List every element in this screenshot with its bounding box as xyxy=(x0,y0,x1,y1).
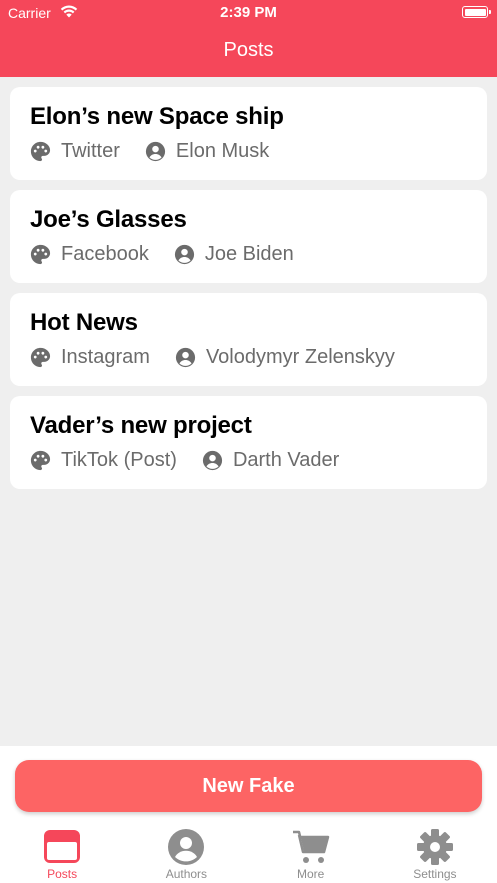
tab-posts[interactable]: Posts xyxy=(0,828,124,883)
post-card[interactable]: Joe’s Glasses Facebook Joe Biden xyxy=(10,190,487,283)
post-author: Joe Biden xyxy=(204,243,294,265)
user-circle-icon xyxy=(174,346,197,369)
tab-settings[interactable]: Settings xyxy=(373,828,497,883)
post-card[interactable]: Elon’s new Space ship Twitter Elon Musk xyxy=(10,87,487,180)
gear-icon xyxy=(416,828,454,866)
post-title: Elon’s new Space ship xyxy=(30,103,284,130)
post-card[interactable]: Hot News Instagram Volodymyr Zelenskyy xyxy=(10,293,487,386)
bottom-panel: New Fake Posts Authors More Settings xyxy=(0,746,497,883)
user-circle-icon xyxy=(144,140,167,163)
post-platform: Facebook xyxy=(61,243,149,265)
user-circle-icon xyxy=(201,449,224,472)
post-platform: Twitter xyxy=(61,140,120,162)
palette-icon xyxy=(29,243,52,266)
battery-icon xyxy=(462,6,491,18)
posts-list: Elon’s new Space ship Twitter Elon Musk … xyxy=(10,87,487,499)
tab-label: Authors xyxy=(165,867,208,881)
post-meta: Facebook Joe Biden xyxy=(29,243,294,266)
new-fake-button[interactable]: New Fake xyxy=(15,760,482,812)
post-meta: TikTok (Post) Darth Vader xyxy=(29,449,339,472)
palette-icon xyxy=(29,346,52,369)
status-time: 2:39 PM xyxy=(220,4,277,21)
navigation-header: Carrier 2:39 PM Posts xyxy=(0,0,497,77)
post-platform: Instagram xyxy=(61,346,150,368)
user-circle-icon xyxy=(173,243,196,266)
post-author: Volodymyr Zelenskyy xyxy=(205,346,395,368)
tab-label: Posts xyxy=(47,867,78,881)
tab-label: More xyxy=(296,867,325,881)
palette-icon xyxy=(29,449,52,472)
post-title: Hot News xyxy=(30,309,138,336)
tab-authors[interactable]: Authors xyxy=(124,828,248,883)
tab-label: Settings xyxy=(413,867,457,881)
posts-icon xyxy=(43,828,81,866)
page-title: Posts xyxy=(223,39,274,61)
palette-icon xyxy=(29,140,52,163)
user-circle-icon xyxy=(167,828,205,866)
post-card[interactable]: Vader’s new project TikTok (Post) Darth … xyxy=(10,396,487,489)
post-title: Vader’s new project xyxy=(30,412,252,439)
post-platform: TikTok (Post) xyxy=(61,449,177,471)
post-meta: Twitter Elon Musk xyxy=(29,140,269,163)
tab-bar: Posts Authors More Settings xyxy=(0,828,497,883)
post-author: Elon Musk xyxy=(175,140,270,162)
cart-icon xyxy=(292,828,330,866)
post-title: Joe’s Glasses xyxy=(30,206,187,233)
post-meta: Instagram Volodymyr Zelenskyy xyxy=(29,346,395,369)
post-author: Darth Vader xyxy=(232,449,340,471)
tab-more[interactable]: More xyxy=(249,828,373,883)
status-bar: Carrier 2:39 PM xyxy=(0,0,497,26)
